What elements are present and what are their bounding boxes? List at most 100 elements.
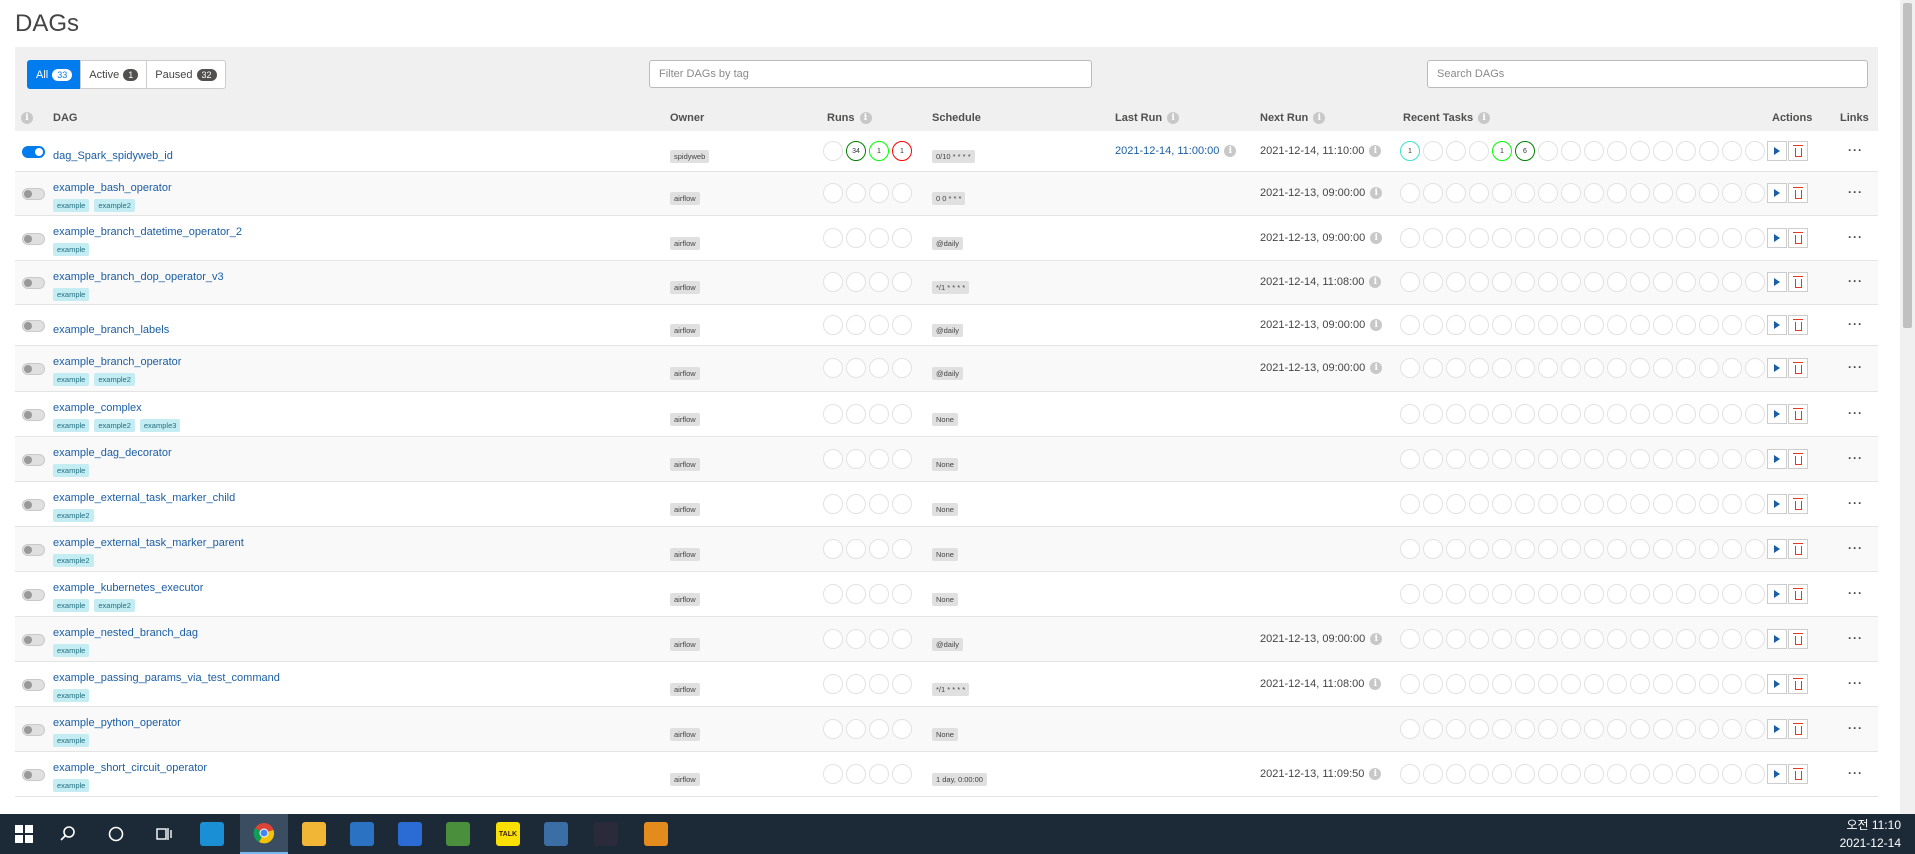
dag-tag[interactable]: example [53, 644, 90, 657]
run-state-circle[interactable] [823, 764, 843, 784]
run-state-circle[interactable] [823, 584, 843, 604]
task-state-circle[interactable] [1584, 629, 1604, 649]
task-state-circle[interactable] [1561, 272, 1581, 292]
links-menu-icon[interactable]: ··· [1848, 451, 1863, 465]
run-state-circle[interactable] [823, 494, 843, 514]
run-state-circle[interactable] [869, 539, 889, 559]
run-state-circle[interactable] [823, 719, 843, 739]
task-state-circle[interactable] [1607, 183, 1627, 203]
links-menu-icon[interactable]: ··· [1848, 143, 1863, 157]
task-state-circle[interactable] [1400, 539, 1420, 559]
trigger-dag-button[interactable] [1767, 629, 1787, 649]
delete-dag-button[interactable] [1788, 183, 1808, 203]
task-state-circle[interactable] [1538, 584, 1558, 604]
task-state-circle[interactable] [1561, 449, 1581, 469]
task-state-circle[interactable] [1423, 358, 1443, 378]
taskbar-virtualbox[interactable] [532, 814, 580, 854]
schedule-badge[interactable]: @daily [932, 237, 964, 250]
task-state-circle[interactable] [1400, 719, 1420, 739]
info-icon[interactable]: i [1369, 145, 1382, 157]
task-state-circle[interactable] [1699, 141, 1719, 161]
info-icon[interactable]: i [1370, 232, 1383, 244]
run-state-circle[interactable] [892, 629, 912, 649]
task-state-circle[interactable] [1515, 764, 1535, 784]
trigger-dag-button[interactable] [1767, 141, 1787, 161]
task-state-circle[interactable] [1676, 315, 1696, 335]
task-state-circle[interactable] [1745, 404, 1765, 424]
dag-link[interactable]: example_branch_dop_operator_v3 [53, 271, 224, 283]
task-state-circle[interactable] [1400, 404, 1420, 424]
task-state-circle[interactable] [1400, 584, 1420, 604]
trigger-dag-button[interactable] [1767, 404, 1787, 424]
dag-link[interactable]: example_complex [53, 402, 142, 414]
dag-tag[interactable]: example [53, 734, 90, 747]
schedule-badge[interactable]: 0 0 * * * [932, 192, 966, 205]
run-state-circle[interactable] [869, 629, 889, 649]
pause-toggle[interactable] [22, 724, 45, 736]
task-state-circle[interactable] [1676, 629, 1696, 649]
task-state-circle[interactable] [1469, 141, 1489, 161]
run-state-circle[interactable] [892, 764, 912, 784]
scrollbar-thumb[interactable] [1903, 3, 1912, 328]
run-state-circle[interactable] [846, 764, 866, 784]
task-state-circle[interactable] [1469, 674, 1489, 694]
info-icon[interactable]: i [1224, 145, 1237, 157]
pause-toggle[interactable] [22, 320, 45, 332]
task-state-circle[interactable] [1423, 494, 1443, 514]
task-state-circle[interactable] [1469, 404, 1489, 424]
schedule-badge[interactable]: None [932, 413, 958, 426]
dag-tag[interactable]: example [53, 373, 90, 386]
task-state-circle[interactable] [1722, 449, 1742, 469]
task-state-circle[interactable] [1469, 449, 1489, 469]
delete-dag-button[interactable] [1788, 764, 1808, 784]
info-icon[interactable]: i [1370, 633, 1383, 645]
task-state-circle[interactable] [1538, 315, 1558, 335]
run-state-circle[interactable] [869, 764, 889, 784]
dag-tag[interactable]: example [53, 464, 90, 477]
task-state-circle[interactable] [1676, 358, 1696, 378]
trigger-dag-button[interactable] [1767, 183, 1787, 203]
task-state-circle[interactable] [1676, 719, 1696, 739]
run-state-circle[interactable] [892, 719, 912, 739]
run-state-circle[interactable] [846, 315, 866, 335]
task-state-circle[interactable] [1400, 315, 1420, 335]
run-state-circle[interactable] [823, 449, 843, 469]
task-state-circle[interactable] [1676, 494, 1696, 514]
task-state-circle[interactable] [1584, 584, 1604, 604]
delete-dag-button[interactable] [1788, 449, 1808, 469]
links-menu-icon[interactable]: ··· [1848, 766, 1863, 780]
task-state-circle[interactable] [1722, 183, 1742, 203]
task-state-circle[interactable] [1722, 358, 1742, 378]
info-icon[interactable]: i [21, 112, 33, 124]
run-state-circle[interactable] [892, 584, 912, 604]
trigger-dag-button[interactable] [1767, 539, 1787, 559]
run-state-circle[interactable] [892, 404, 912, 424]
task-state-circle[interactable] [1561, 539, 1581, 559]
task-state-circle[interactable] [1515, 183, 1535, 203]
filter-all-button[interactable]: All 33 [27, 60, 82, 89]
links-menu-icon[interactable]: ··· [1848, 541, 1863, 555]
task-state-circle[interactable] [1676, 449, 1696, 469]
task-state-circle[interactable] [1607, 315, 1627, 335]
task-state-circle[interactable] [1423, 141, 1443, 161]
task-state-circle[interactable] [1607, 494, 1627, 514]
task-state-circle[interactable] [1561, 674, 1581, 694]
links-menu-icon[interactable]: ··· [1848, 185, 1863, 199]
delete-dag-button[interactable] [1788, 539, 1808, 559]
tag-filter-input[interactable] [649, 60, 1092, 88]
task-state-circle[interactable] [1699, 539, 1719, 559]
task-state-circle[interactable] [1745, 315, 1765, 335]
task-state-circle[interactable] [1561, 404, 1581, 424]
task-state-circle[interactable] [1630, 584, 1650, 604]
task-state-circle[interactable] [1607, 449, 1627, 469]
run-state-circle[interactable] [846, 228, 866, 248]
task-state-circle[interactable] [1722, 764, 1742, 784]
schedule-badge[interactable]: None [932, 728, 958, 741]
taskbar-start[interactable] [0, 814, 48, 854]
task-state-circle[interactable] [1722, 629, 1742, 649]
task-state-circle[interactable] [1653, 764, 1673, 784]
task-state-circle[interactable] [1722, 315, 1742, 335]
run-state-circle[interactable] [869, 449, 889, 469]
task-state-circle[interactable] [1515, 584, 1535, 604]
run-state-circle[interactable] [892, 228, 912, 248]
